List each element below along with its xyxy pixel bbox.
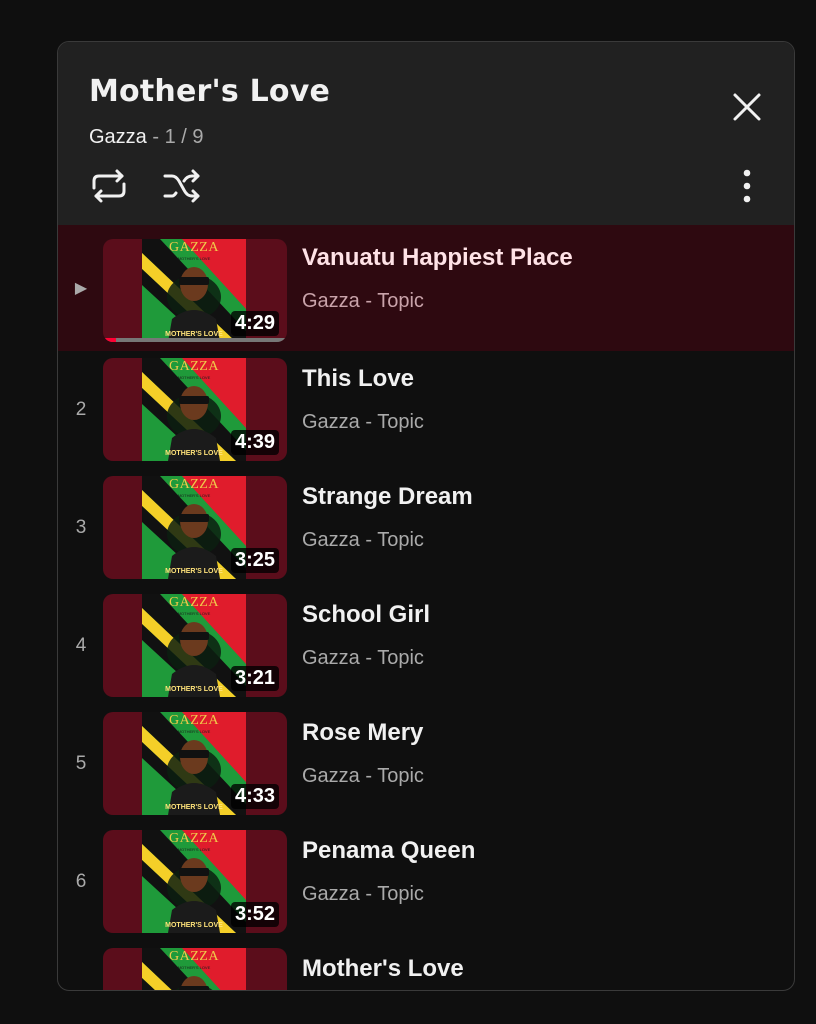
playlist-total: 9 (192, 126, 204, 148)
playlist-header: Mother's Love Gazza - 1 / 9 (58, 42, 794, 225)
album-art-title: GAZZA (169, 359, 219, 374)
item-meta: Penama Queen Gazza - Topic (302, 837, 475, 906)
album-art-title: GAZZA (169, 949, 219, 964)
shuffle-button[interactable] (160, 166, 204, 210)
playlist-item[interactable]: 6 GAZZA MOTHER'S LOVE MOTHER'S LOVE 3:52 Pena… (58, 823, 794, 941)
shuffle-icon (162, 166, 202, 211)
more-actions-button[interactable] (725, 166, 769, 210)
item-thumbnail[interactable]: GAZZA MOTHER'S LOVE MOTHER'S LOVE 3:25 (103, 476, 287, 579)
album-art-title: GAZZA (169, 240, 219, 255)
album-art-subtitle: MOTHER'S LOVE (177, 256, 211, 261)
playlist-panel: Mother's Love Gazza - 1 / 9 ▶ GAZZA MOTH… (57, 41, 795, 991)
item-thumbnail[interactable]: GAZZAMOTHER'S LOVEMOTHER'S LOVE (103, 948, 287, 990)
item-meta: Mother's LoveGazza - Topic (302, 955, 464, 990)
item-channel[interactable]: Gazza - Topic (302, 290, 573, 313)
playlist-items: ▶ GAZZA MOTHER'S LOVE MOTHER'S LOVE 4:29 Vanu… (58, 225, 794, 990)
item-channel[interactable]: Gazza - Topic (302, 765, 424, 788)
playlist-owner-link[interactable]: Gazza (89, 126, 147, 148)
item-thumbnail[interactable]: GAZZA MOTHER'S LOVE MOTHER'S LOVE 4:29 (103, 239, 287, 342)
item-title[interactable]: Vanuatu Happiest Place (302, 244, 573, 272)
item-thumbnail[interactable]: GAZZA MOTHER'S LOVE MOTHER'S LOVE 4:39 (103, 358, 287, 461)
item-meta: Rose Mery Gazza - Topic (302, 719, 424, 788)
loop-icon (89, 166, 129, 211)
item-title[interactable]: School Girl (302, 601, 430, 629)
item-title[interactable]: Penama Queen (302, 837, 475, 865)
subtitle-separator: - (146, 126, 165, 148)
album-art-title: GAZZA (169, 477, 219, 492)
item-thumbnail[interactable]: GAZZA MOTHER'S LOVE MOTHER'S LOVE 3:21 (103, 594, 287, 697)
playlist-item[interactable]: 4 GAZZA MOTHER'S LOVE MOTHER'S LOVE 3:21 Scho… (58, 587, 794, 705)
index-slash: / (175, 126, 193, 148)
playlist-item[interactable]: 5 GAZZA MOTHER'S LOVE MOTHER'S LOVE 4:33 Rose… (58, 705, 794, 823)
item-index: 5 (75, 753, 87, 774)
item-meta: Strange Dream Gazza - Topic (302, 483, 473, 552)
album-art-subtitle: MOTHER'S LOVE (177, 375, 211, 380)
album-art-subtitle: MOTHER'S LOVE (177, 729, 211, 734)
duration-badge: 4:39 (230, 430, 279, 455)
playlist-item[interactable]: 7 GAZZAMOTHER'S LOVEMOTHER'S LOVE Mother's… (58, 941, 794, 990)
play-indicator-icon: ▶ (74, 280, 88, 297)
item-index: 6 (75, 871, 87, 892)
item-index: 7 (58, 989, 104, 990)
playlist-item[interactable]: ▶ GAZZA MOTHER'S LOVE MOTHER'S LOVE 4:29 Vanu… (58, 225, 794, 351)
album-art-subtitle: MOTHER'S LOVE (177, 611, 211, 616)
watch-progress-bar (103, 338, 287, 342)
item-meta: School Girl Gazza - Topic (302, 601, 430, 670)
album-art-title: GAZZA (169, 595, 219, 610)
item-meta: This Love Gazza - Topic (302, 365, 424, 434)
item-channel[interactable]: Gazza - Topic (302, 883, 475, 906)
duration-badge: 3:52 (230, 902, 279, 927)
close-icon (732, 92, 762, 127)
item-thumbnail[interactable]: GAZZA MOTHER'S LOVE MOTHER'S LOVE 3:52 (103, 830, 287, 933)
loop-button[interactable] (87, 166, 131, 210)
item-thumbnail[interactable]: GAZZA MOTHER'S LOVE MOTHER'S LOVE 4:33 (103, 712, 287, 815)
playlist-subtitle: Gazza - 1 / 9 (89, 126, 204, 149)
item-meta: Vanuatu Happiest Place Gazza - Topic (302, 244, 573, 313)
item-index: 3 (75, 517, 87, 538)
item-channel[interactable]: Gazza - Topic (302, 411, 424, 434)
item-title[interactable]: Mother's Love (302, 955, 464, 983)
album-art-subtitle: MOTHER'S LOVE (177, 965, 211, 970)
item-channel[interactable]: Gazza - Topic (302, 647, 430, 670)
close-button[interactable] (728, 90, 766, 128)
item-title[interactable]: Strange Dream (302, 483, 473, 511)
duration-badge: 4:33 (230, 784, 279, 809)
duration-badge: 3:21 (230, 666, 279, 691)
album-art-subtitle: MOTHER'S LOVE (177, 847, 211, 852)
duration-badge: 3:25 (230, 548, 279, 573)
more-vert-icon (743, 169, 751, 208)
watch-progress-fill (103, 338, 116, 342)
duration-badge: 4:29 (230, 311, 279, 336)
album-art-title: GAZZA (169, 831, 219, 846)
item-index: 2 (75, 399, 87, 420)
item-channel[interactable]: Gazza - Topic (302, 529, 473, 552)
current-index: 1 (164, 126, 176, 148)
playlist-item[interactable]: 3 GAZZA MOTHER'S LOVE MOTHER'S LOVE 3:25 Stra… (58, 469, 794, 587)
item-index: 4 (75, 635, 87, 656)
playlist-title[interactable]: Mother's Love (89, 74, 330, 109)
album-art: GAZZAMOTHER'S LOVEMOTHER'S LOVE (142, 948, 246, 990)
playlist-item[interactable]: 2 GAZZA MOTHER'S LOVE MOTHER'S LOVE 4:39 This… (58, 351, 794, 469)
item-title[interactable]: Rose Mery (302, 719, 424, 747)
album-art-title: GAZZA (169, 713, 219, 728)
album-art-subtitle: MOTHER'S LOVE (177, 493, 211, 498)
item-title[interactable]: This Love (302, 365, 424, 393)
